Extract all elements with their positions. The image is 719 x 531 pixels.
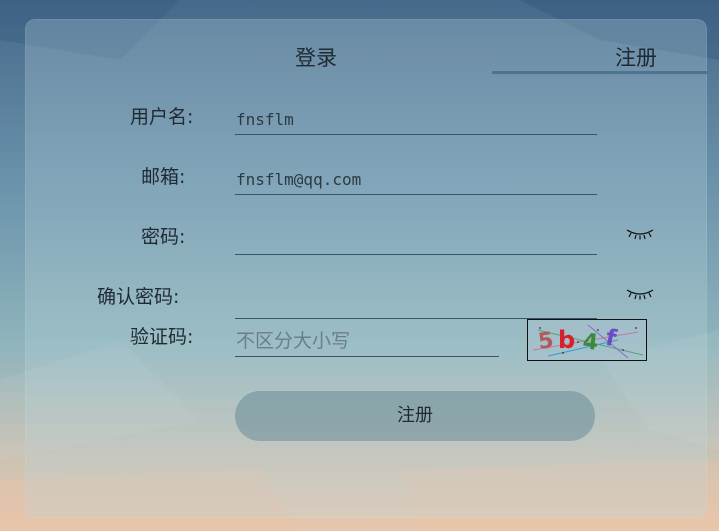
captcha-label: 验证码:	[130, 326, 194, 348]
eye-closed-icon[interactable]	[626, 226, 654, 240]
email-label: 邮箱:	[141, 166, 186, 188]
captcha-char: 5	[537, 328, 556, 355]
captcha-char: 4	[581, 329, 599, 355]
tab-login[interactable]: 登录	[295, 42, 337, 72]
confirm-password-input[interactable]	[235, 288, 597, 319]
confirm-password-label: 确认密码:	[97, 286, 180, 308]
username-label: 用户名:	[130, 106, 194, 128]
active-tab-indicator	[492, 71, 707, 74]
register-button[interactable]: 注册	[235, 391, 595, 441]
captcha-graphic: 5 b 4 f	[532, 324, 644, 359]
tab-register[interactable]: 注册	[615, 42, 657, 72]
register-card	[25, 19, 707, 518]
username-input[interactable]	[235, 104, 597, 135]
eye-closed-icon[interactable]	[626, 286, 654, 300]
captcha-image[interactable]: 5 b 4 f	[527, 319, 647, 361]
password-label: 密码:	[141, 226, 186, 248]
password-input[interactable]	[235, 224, 597, 255]
captcha-input[interactable]	[235, 326, 499, 357]
captcha-char: b	[558, 326, 575, 354]
email-input[interactable]	[235, 164, 597, 195]
